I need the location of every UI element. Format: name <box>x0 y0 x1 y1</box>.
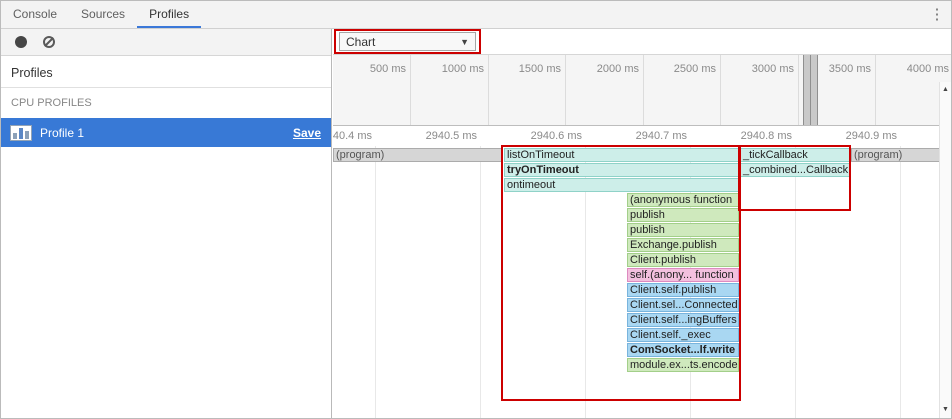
ruler-tick-label: 2940.7 ms <box>635 130 687 142</box>
ruler-tick-label: 2940.9 ms <box>845 130 897 142</box>
profile-chart-panel: Chart ▼ 500 ms 1000 ms 1500 ms 2000 ms 2500 … <box>333 29 951 418</box>
ruler-tick-label: 2940.6 ms <box>530 130 582 142</box>
overview-tick-label: 2000 ms <box>596 63 639 75</box>
overview-tick-label: 3500 ms <box>828 63 871 75</box>
flamechart-canvas[interactable]: (program) listOnTimeout _tickCallback (prog… <box>333 146 951 418</box>
flamechart-time-ruler: 2940.4 ms 2940.5 ms 2940.6 ms 2940.7 ms 2940… <box>333 126 951 146</box>
flame-frame[interactable]: (anonymous function <box>627 193 739 207</box>
flame-frame[interactable]: _tickCallback <box>740 148 850 162</box>
flame-frame[interactable]: self.(anony... function <box>627 268 739 282</box>
overview-tick-label: 2500 ms <box>673 63 716 75</box>
overview-gridline <box>798 55 799 125</box>
overview-gridline <box>488 55 489 125</box>
flame-frame[interactable]: ComSocket...lf.write <box>627 343 739 357</box>
profile-name: Profile 1 <box>40 125 85 140</box>
save-link[interactable]: Save <box>293 126 321 140</box>
overview-gridline <box>720 55 721 125</box>
ruler-tick-label: 2940.5 ms <box>425 130 477 142</box>
flame-frame[interactable]: Client.self...ingBuffers <box>627 313 739 327</box>
tab-strip: Console Sources Profiles <box>1 1 202 28</box>
flame-frame[interactable]: Client.sel...Connected <box>627 298 739 312</box>
scroll-down-icon[interactable]: ▼ <box>940 404 951 416</box>
flame-frame[interactable]: Exchange.publish <box>627 238 739 252</box>
overflow-menu-icon[interactable]: ⋮ <box>927 5 947 25</box>
record-icon[interactable] <box>15 36 27 48</box>
flame-frame[interactable]: module.ex...ts.encode <box>627 358 739 372</box>
devtools-window: Console Sources Profiles ⋮ Profiles CPU PR… <box>0 0 952 419</box>
chart-view-toolbar: Chart ▼ <box>333 29 951 54</box>
flamechart-gridline <box>480 146 481 418</box>
overview-tick-label: 500 ms <box>369 63 406 75</box>
flame-frame[interactable]: ontimeout <box>504 178 739 192</box>
sidebar-title: Profiles <box>11 66 53 80</box>
view-mode-value: Chart <box>346 34 376 49</box>
chevron-down-icon: ▼ <box>460 36 469 47</box>
flame-frame[interactable]: _combined...Callback <box>740 163 850 177</box>
flamechart-gridline <box>375 146 376 418</box>
vertical-scrollbar[interactable]: ▲ ▼ <box>939 82 951 418</box>
flame-frame[interactable]: Client.self._exec <box>627 328 739 342</box>
scroll-up-icon[interactable]: ▲ <box>940 84 951 96</box>
ruler-tick-label: 2940.8 ms <box>740 130 792 142</box>
overview-gridline <box>643 55 644 125</box>
clear-icon[interactable] <box>43 36 55 48</box>
tab-sources[interactable]: Sources <box>69 1 137 28</box>
overview-tick-label: 4000 ms <box>906 63 949 75</box>
timeline-overview[interactable]: 500 ms 1000 ms 1500 ms 2000 ms 2500 ms 3000 m… <box>333 54 951 126</box>
overview-tick-label: 1000 ms <box>441 63 484 75</box>
flamechart-gridline <box>900 146 901 418</box>
profiles-sidebar: Profiles CPU PROFILES Profile 1 Save <box>1 29 332 418</box>
overview-gridline <box>565 55 566 125</box>
flame-frame[interactable]: (program) <box>851 148 942 162</box>
overview-tick-label: 3000 ms <box>751 63 794 75</box>
ruler-tick-label: 2940.4 ms <box>333 130 372 142</box>
overview-gridline <box>875 55 876 125</box>
sidebar-item-profile-1[interactable]: Profile 1 Save <box>1 118 331 147</box>
flame-frame[interactable]: (program) <box>333 148 503 162</box>
profile-icon <box>10 124 32 141</box>
flamechart-gridline <box>795 146 796 418</box>
cpu-profiles-heading: CPU PROFILES <box>11 97 92 109</box>
flame-frame[interactable]: publish <box>627 208 739 222</box>
view-mode-select[interactable]: Chart ▼ <box>339 32 476 51</box>
flame-frame[interactable]: listOnTimeout <box>504 148 739 162</box>
flame-frame[interactable]: tryOnTimeout <box>504 163 739 177</box>
flame-frame[interactable]: Client.publish <box>627 253 739 267</box>
overview-tick-label: 1500 ms <box>518 63 561 75</box>
tab-profiles[interactable]: Profiles <box>137 1 202 28</box>
profiler-toolbar <box>1 29 331 56</box>
flame-frame[interactable]: publish <box>627 223 739 237</box>
overview-window-handle[interactable] <box>803 55 818 125</box>
tab-console[interactable]: Console <box>1 1 69 28</box>
devtools-tabbar: Console Sources Profiles ⋮ <box>1 1 951 29</box>
flame-frame[interactable]: Client.self.publish <box>627 283 739 297</box>
overview-gridline <box>410 55 411 125</box>
